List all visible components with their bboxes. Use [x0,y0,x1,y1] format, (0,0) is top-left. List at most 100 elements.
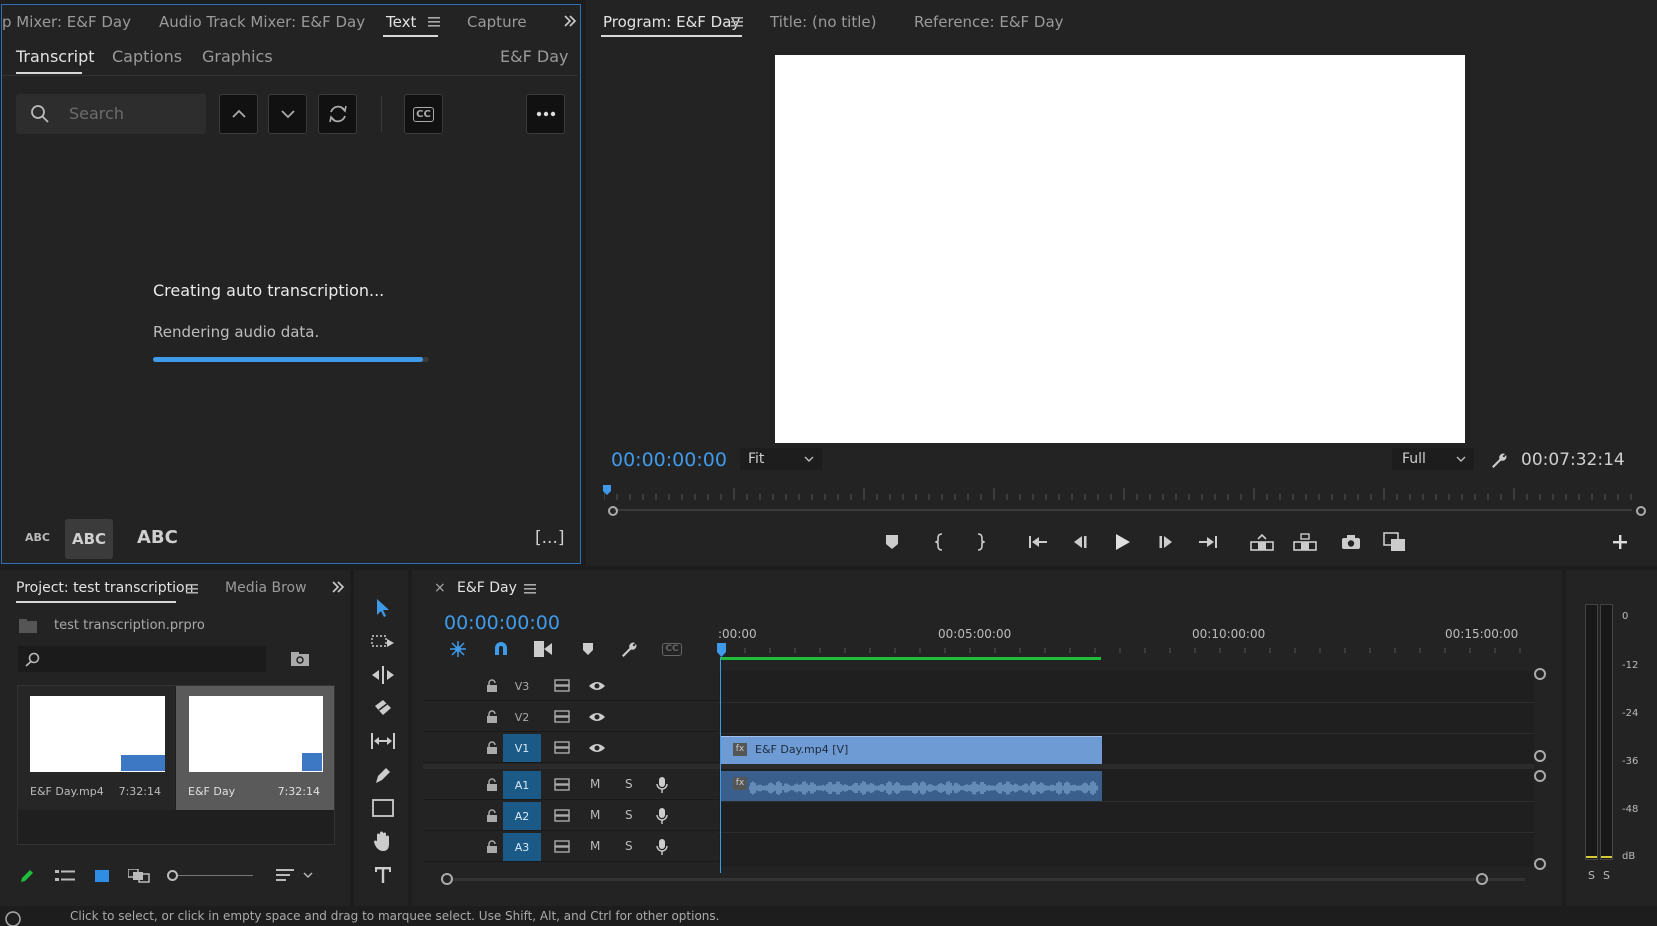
refresh-button[interactable] [318,94,357,134]
tab-title[interactable]: Title: (no title) [770,13,876,31]
lock-icon[interactable] [486,679,498,693]
track-label-a1[interactable]: A1 [503,771,541,799]
timeline-horizontal-scrollbar[interactable] [441,873,1533,887]
mute-button[interactable]: M [590,777,600,791]
track-label-v2[interactable]: V2 [503,703,541,731]
tab-audio-track-mixer[interactable]: Audio Track Mixer: E&F Day [159,13,365,31]
audio-scroll-top[interactable] [1534,770,1546,782]
rectangle-tool[interactable] [369,794,397,822]
comparison-view-button[interactable] [1381,529,1409,555]
tab-media-browser[interactable]: Media Brow [225,580,307,596]
list-view-button[interactable] [53,866,77,886]
meter-solo-left[interactable]: S [1588,869,1595,882]
lock-icon[interactable] [486,710,498,724]
tab-program[interactable]: Program: E&F Day [603,13,740,31]
project-menu-icon[interactable] [184,581,200,597]
step-back-button[interactable] [1068,530,1092,554]
go-to-out-button[interactable] [1195,530,1221,554]
snap-button[interactable] [490,638,512,660]
expand-button[interactable]: [...] [535,528,564,548]
search-prev-button[interactable] [219,94,258,134]
slip-tool[interactable] [369,727,397,755]
lock-icon[interactable] [486,809,498,823]
lock-icon[interactable] [486,778,498,792]
mute-button[interactable]: M [590,808,600,822]
subtab-graphics[interactable]: Graphics [202,47,273,66]
subtab-captions[interactable]: Captions [112,47,182,66]
font-size-medium[interactable]: ABC [65,519,113,559]
go-to-in-button[interactable] [1025,530,1051,554]
tab-audio-clip-mixer[interactable]: p Mixer: E&F Day [2,13,131,31]
linked-selection-button[interactable] [532,638,554,660]
meter-solo-right[interactable]: S [1603,869,1610,882]
eye-icon[interactable] [588,711,606,723]
timeline-settings-button[interactable] [618,638,640,660]
eye-icon[interactable] [588,742,606,754]
icon-view-button[interactable] [92,866,112,886]
project-item-sequence[interactable]: E&F Day 7:32:14 [176,686,334,810]
captions-track-button[interactable]: CC [660,638,684,660]
solo-button[interactable]: S [625,839,633,853]
lock-icon[interactable] [486,840,498,854]
mark-out-button[interactable] [968,530,992,554]
panel-menu-icon[interactable] [426,14,442,30]
eye-icon[interactable] [588,680,606,692]
sync-lock-icon[interactable] [554,710,570,723]
microphone-icon[interactable] [655,807,669,825]
pen-tool[interactable] [369,761,397,789]
nest-toggle-button[interactable] [447,638,469,660]
hand-tool[interactable] [369,827,397,855]
track-select-tool[interactable] [369,628,397,656]
sort-icons-button[interactable] [274,866,318,886]
more-options-button[interactable] [526,94,565,134]
track-area[interactable] [719,671,1534,867]
program-menu-icon[interactable] [729,14,745,30]
track-label-v3[interactable]: V3 [503,672,541,700]
timeline-ruler[interactable] [718,620,1538,660]
step-forward-button[interactable] [1154,530,1178,554]
lift-button[interactable] [1248,530,1276,554]
settings-wrench-icon[interactable] [1488,449,1510,471]
freeform-view-button[interactable] [127,866,151,886]
thumbnail-size-slider[interactable] [167,870,253,882]
ripple-edit-tool[interactable] [369,661,397,689]
sync-lock-icon[interactable] [554,679,570,692]
write-protect-icon[interactable] [17,866,37,886]
add-button[interactable] [1608,530,1632,554]
timeline-sequence-tab[interactable]: E&F Day [457,580,517,596]
project-search-input[interactable] [18,646,266,672]
scroll-handle-right[interactable] [1636,506,1646,516]
new-search-bin-button[interactable] [289,648,311,670]
subtab-transcript[interactable]: Transcript [16,47,95,66]
program-time-ruler[interactable] [604,486,1634,502]
solo-button[interactable]: S [625,808,633,822]
search-next-button[interactable] [268,94,307,134]
project-item-clip[interactable]: E&F Day.mp4 7:32:14 [18,686,175,810]
timeline-close-button[interactable]: × [434,580,446,596]
mark-in-button[interactable] [928,530,952,554]
font-size-large[interactable]: ABC [137,527,178,548]
video-clip[interactable]: fx E&F Day.mp4 [V] [721,736,1102,764]
work-area-bar[interactable] [720,657,1101,660]
timeline-add-marker-button[interactable] [577,638,599,660]
slider-knob[interactable] [167,870,178,881]
program-playhead[interactable] [603,485,611,495]
timeline-playhead-marker[interactable] [717,643,726,657]
track-label-a3[interactable]: A3 [503,833,541,861]
type-tool[interactable] [369,861,397,889]
selection-tool[interactable] [369,594,397,622]
sync-lock-icon[interactable] [554,809,570,822]
transcript-search-input[interactable]: Search [16,94,206,134]
lock-icon[interactable] [486,741,498,755]
captions-button[interactable]: CC [404,94,443,134]
solo-button[interactable]: S [625,777,633,791]
microphone-icon[interactable] [655,776,669,794]
microphone-icon[interactable] [655,838,669,856]
scroll-handle-right[interactable] [1476,873,1488,885]
scroll-handle-left[interactable] [441,873,453,885]
zoom-select[interactable]: Fit [740,448,822,470]
more-tabs-icon[interactable] [329,578,347,596]
tab-reference[interactable]: Reference: E&F Day [914,13,1064,31]
audio-clip[interactable]: fx [721,771,1102,801]
export-frame-button[interactable] [1338,530,1364,554]
